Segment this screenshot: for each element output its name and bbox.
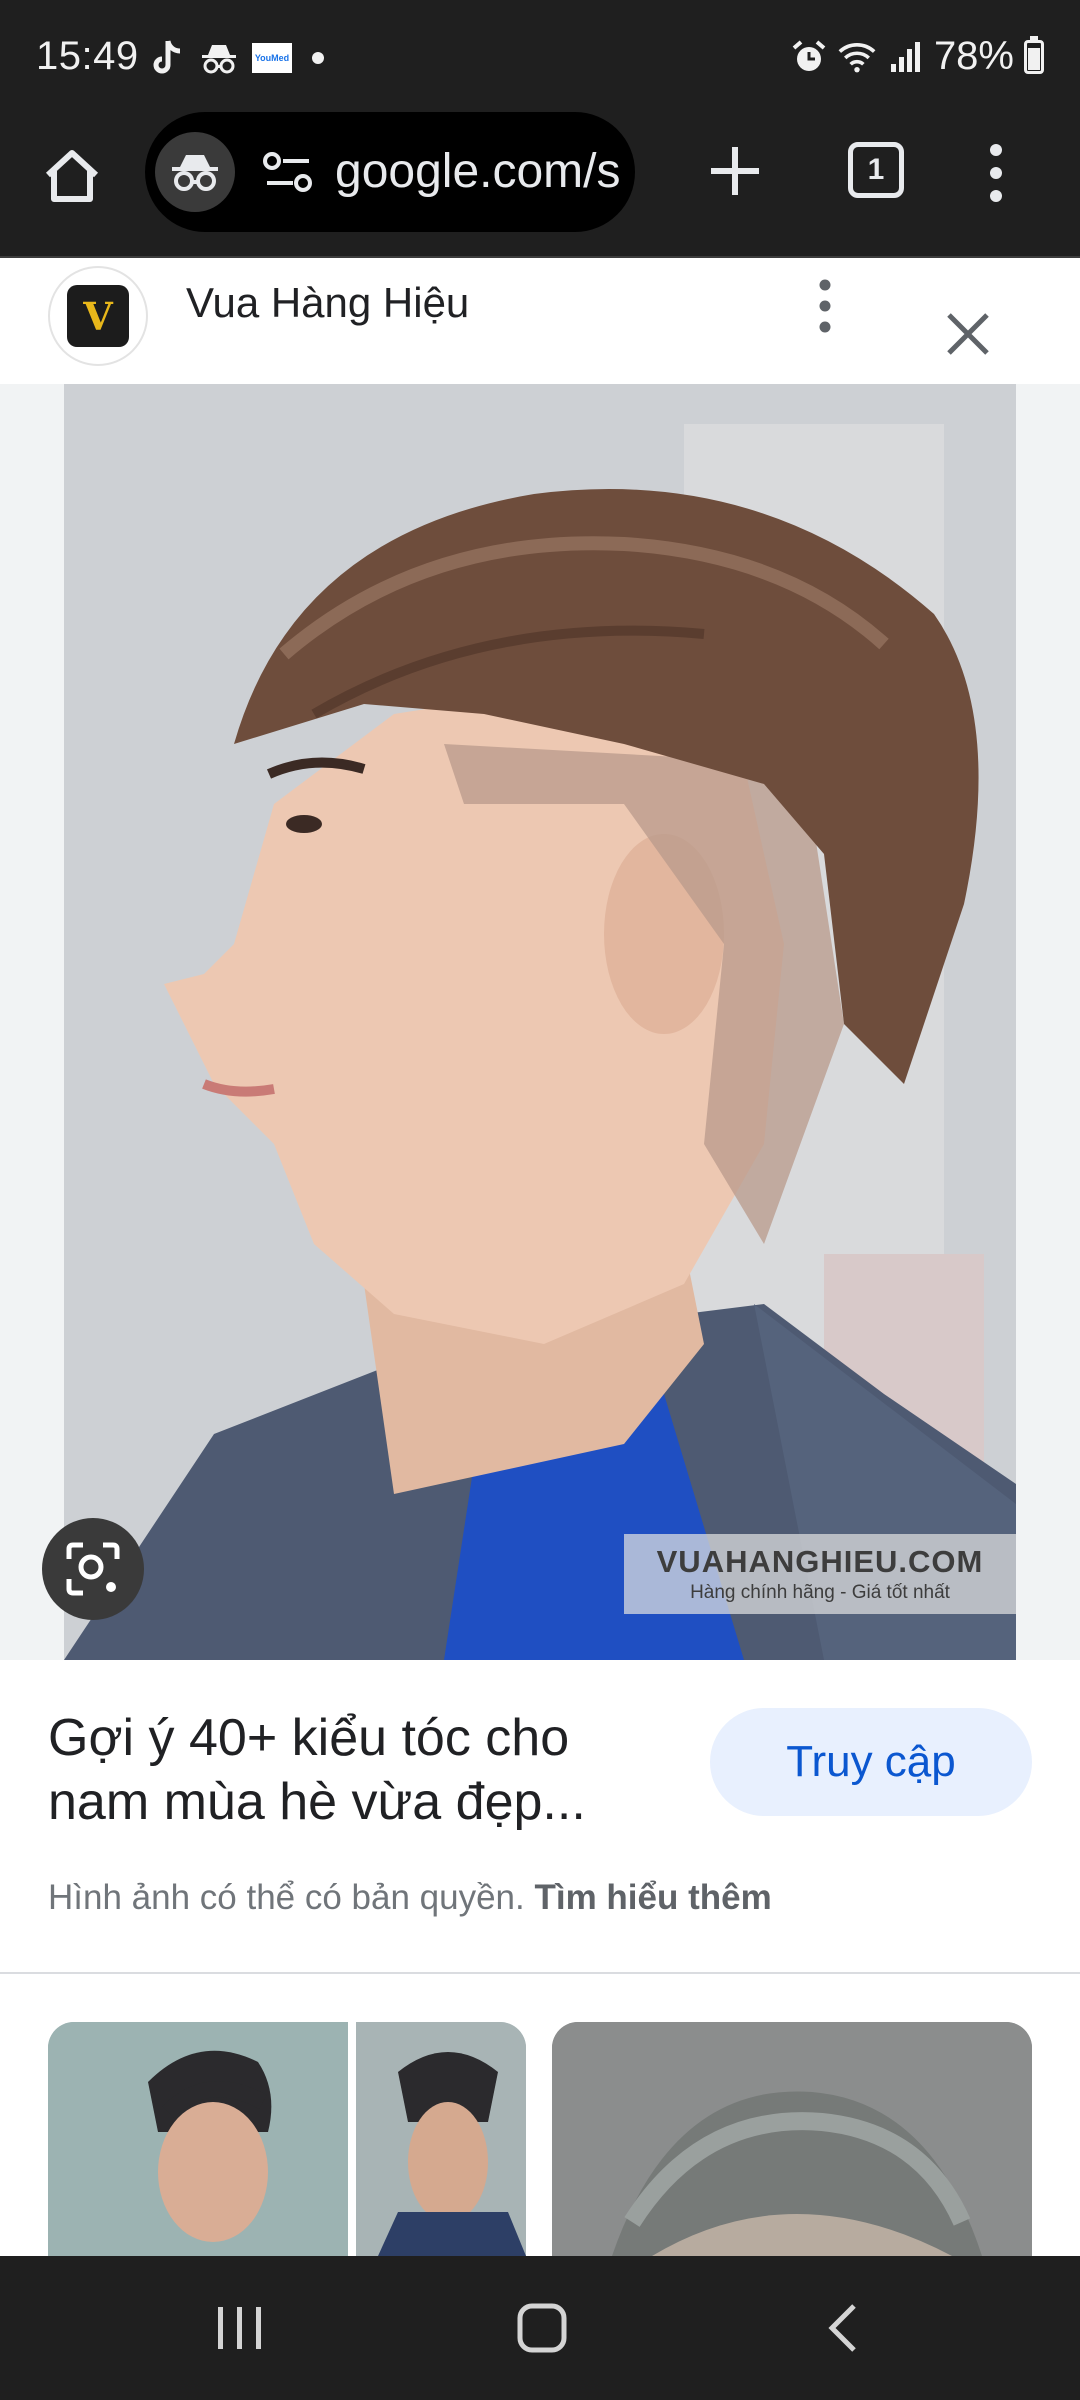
lens-icon [66, 1542, 120, 1596]
incognito-icon[interactable] [155, 132, 235, 212]
status-time: 15:49 [36, 34, 139, 78]
close-button[interactable] [938, 304, 998, 364]
nav-home-icon [517, 2303, 567, 2353]
thumbnail-illustration [552, 2022, 1032, 2256]
signal-icon [886, 38, 924, 76]
learn-more-link[interactable]: Tìm hiểu thêm [534, 1878, 771, 1917]
incognito-icon [200, 39, 238, 77]
browser-toolbar: google.com/search 1 [0, 112, 1080, 258]
tab-switcher-button[interactable]: 1 [848, 142, 904, 198]
more-vert-icon [819, 279, 831, 333]
related-image-1[interactable] [48, 2022, 526, 2256]
back-button[interactable] [804, 2292, 884, 2364]
home-button[interactable] [36, 140, 108, 212]
related-image-2[interactable] [552, 2022, 1032, 2256]
portrait-illustration [64, 384, 1016, 1660]
lens-search-button[interactable] [42, 1518, 144, 1620]
notification-dot-icon [312, 52, 324, 64]
battery-percent: 78% [933, 34, 1014, 78]
battery-icon [1024, 35, 1044, 74]
url-text[interactable]: google.com/search [335, 144, 621, 200]
tiktok-icon [148, 39, 186, 77]
nav-home-button[interactable] [502, 2292, 582, 2364]
more-menu-button[interactable] [970, 138, 1022, 208]
recents-button[interactable] [200, 2292, 280, 2364]
hairstyle-photo[interactable]: VUAHANGHIEU.COM Hàng chính hãng - Giá tố… [64, 384, 1016, 1660]
more-vert-icon [990, 144, 1002, 202]
back-icon [828, 2304, 856, 2352]
image-preview-area: VUAHANGHIEU.COM Hàng chính hãng - Giá tố… [0, 384, 1080, 1660]
notification-icons: YouMed [148, 36, 324, 80]
watermark-subtitle: Hàng chính hãng - Giá tốt nhất [690, 1582, 950, 1603]
youmed-icon: YouMed [252, 43, 292, 73]
source-name[interactable]: Vua Hàng Hiệu [186, 278, 469, 328]
recents-icon [218, 2307, 261, 2349]
address-bar[interactable]: google.com/search [145, 112, 635, 232]
status-bar: 15:49 YouMed 78% [0, 0, 1080, 112]
copyright-notice: Hình ảnh có thể có bản quyền. Tìm hiểu t… [48, 1878, 772, 1918]
divider [0, 1972, 1080, 1974]
status-right: 78% [790, 34, 1044, 79]
new-tab-button[interactable] [700, 136, 770, 206]
home-icon [45, 150, 99, 202]
plus-icon [711, 147, 759, 195]
watermark-title: VUAHANGHIEU.COM [656, 1544, 984, 1579]
thumbnail-illustration [48, 2022, 526, 2256]
source-logo-letter: V [67, 285, 129, 347]
result-title[interactable]: Gợi ý 40+ kiểu tóc cho nam mùa hè vừa đẹ… [48, 1706, 668, 1834]
image-watermark: VUAHANGHIEU.COM Hàng chính hãng - Giá tố… [624, 1534, 1016, 1614]
source-logo[interactable]: V [48, 266, 148, 366]
source-more-button[interactable] [810, 278, 840, 334]
wifi-icon [838, 38, 876, 76]
system-nav-bar [0, 2256, 1080, 2400]
visit-button[interactable]: Truy cập [710, 1708, 1032, 1816]
alarm-icon [790, 38, 828, 76]
copyright-text: Hình ảnh có thể có bản quyền. [48, 1878, 525, 1917]
close-icon [947, 313, 989, 355]
site-info-icon[interactable] [263, 150, 313, 194]
image-source-row: V Vua Hàng Hiệu [0, 258, 1080, 384]
